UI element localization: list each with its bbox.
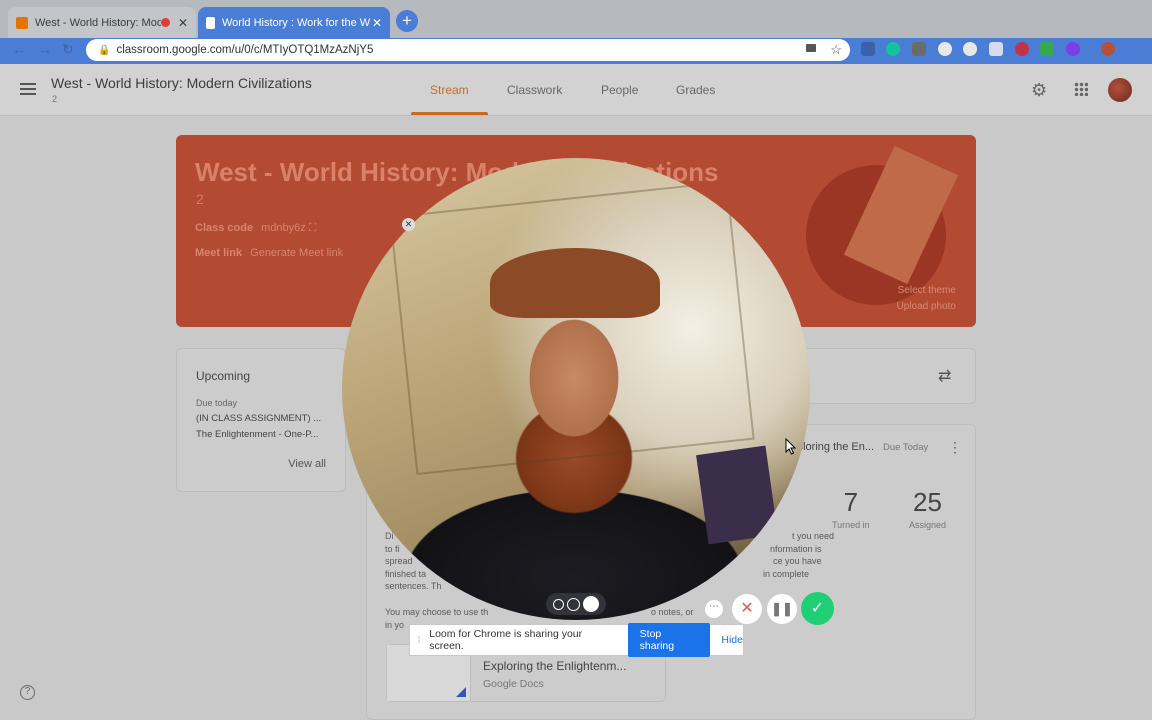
record-extension-icon[interactable] xyxy=(1015,42,1029,56)
avatar[interactable] xyxy=(1108,78,1132,102)
post-title[interactable]: ploring the En... xyxy=(797,441,874,453)
tab-title: World History : Work for the W xyxy=(222,16,371,29)
size-small-icon[interactable] xyxy=(553,598,564,610)
extension-icon[interactable] xyxy=(989,42,1003,56)
select-theme-link[interactable]: Select theme xyxy=(897,283,956,299)
class-section: 2 xyxy=(52,94,58,104)
meet-link: Meet link Generate Meet link xyxy=(195,247,343,259)
new-tab-button[interactable]: + xyxy=(396,10,418,32)
bookshelf xyxy=(696,445,778,545)
upcoming-item[interactable]: (IN CLASS ASSIGNMENT) ... xyxy=(196,413,321,424)
class-title: West - World History: Modern Civilizatio… xyxy=(51,75,312,91)
share-message: Loom for Chrome is sharing your screen. xyxy=(429,628,583,652)
attachment-type: Google Docs xyxy=(483,678,544,690)
cancel-recording-button[interactable]: ✕ xyxy=(732,594,762,624)
webcam-person xyxy=(490,248,660,318)
post-text-line: sentences. Th xyxy=(385,581,442,591)
size-medium-icon[interactable] xyxy=(567,597,580,611)
class-code-label: Class code xyxy=(195,222,254,234)
view-all-link[interactable]: View all xyxy=(288,458,326,470)
close-tab-icon[interactable]: ✕ xyxy=(372,16,382,30)
extension-icon[interactable] xyxy=(861,42,875,56)
more-options-icon[interactable]: ⋮ xyxy=(948,439,962,456)
hide-button[interactable]: Hide xyxy=(721,634,743,646)
post-due: Due Today xyxy=(883,442,929,453)
upcoming-heading: Upcoming xyxy=(196,369,251,383)
turned-in-label: Turned in xyxy=(832,520,870,530)
class-code: Class code mdnby6z ⛶ xyxy=(195,222,317,235)
browser-tab-docs[interactable]: World History : Work for the W ✕ xyxy=(198,7,390,38)
tab-title: West - World History: Mode xyxy=(35,16,161,29)
finish-recording-button[interactable]: ✓ xyxy=(801,592,834,625)
browser-tab-classroom[interactable]: West - World History: Mode ✕ xyxy=(8,7,196,38)
tab-grades[interactable]: Grades xyxy=(676,83,715,97)
turned-in-count: 7 xyxy=(843,487,859,517)
url-text: classroom.google.com/u/0/c/MTIyOTQ1MzAzN… xyxy=(116,44,374,56)
assigned-count: 25 xyxy=(913,487,942,517)
post-text-right: t you need nformation is ce you have in … xyxy=(758,530,834,580)
upcoming-card: Upcoming Due today (IN CLASS ASSIGNMENT)… xyxy=(176,348,346,492)
reload-icon[interactable]: ↻ xyxy=(62,41,74,58)
turned-in-stat[interactable]: 7 Turned in xyxy=(832,487,870,530)
post-text-line: in complete xyxy=(763,568,810,579)
expand-icon[interactable]: ⛶ xyxy=(309,222,317,234)
extension-icon[interactable] xyxy=(938,42,952,56)
drag-handle-icon[interactable]: ⦙ xyxy=(418,635,420,646)
upcoming-due: Due today xyxy=(196,398,238,408)
help-icon[interactable]: ? xyxy=(20,685,35,700)
class-code-value: mdnby6z xyxy=(261,222,306,234)
post-text-bottom-right: o notes, or xyxy=(651,607,694,617)
tab-stream[interactable]: Stream xyxy=(430,83,469,97)
recording-icon xyxy=(160,18,170,27)
close-tab-icon[interactable]: ✕ xyxy=(178,16,188,30)
gear-icon[interactable]: ⚙ xyxy=(1031,80,1047,101)
tab-classwork[interactable]: Classwork xyxy=(507,83,562,97)
forward-icon[interactable]: → xyxy=(38,41,52,57)
generate-meet-link[interactable]: Generate Meet link xyxy=(250,247,343,259)
classroom-header: West - World History: Modern Civilizatio… xyxy=(0,64,1152,116)
assigned-stat[interactable]: 25 Assigned xyxy=(909,487,946,530)
post-text-line: ce you have xyxy=(773,556,822,566)
upcoming-item[interactable]: The Enlightenment - One-P... xyxy=(196,429,318,440)
repost-icon[interactable]: ⇄ xyxy=(938,366,951,386)
active-tab-indicator xyxy=(411,112,488,115)
screen-share-bar: ⦙ Loom for Chrome is sharing your screen… xyxy=(409,623,744,657)
theme-controls: Select theme Upload photo xyxy=(897,283,957,315)
docs-favicon-icon xyxy=(206,16,215,29)
browser-tab-bar: West - World History: Mode ✕ World Histo… xyxy=(0,0,1152,38)
apps-grid-icon[interactable] xyxy=(1074,82,1088,96)
extension-icon[interactable] xyxy=(1040,42,1054,56)
menu-icon[interactable] xyxy=(20,83,36,95)
grammarly-icon[interactable] xyxy=(886,42,900,56)
post-text-line: nformation is xyxy=(770,543,822,554)
world-map-poster xyxy=(389,180,755,476)
attachment-title: Exploring the Enlightenm... xyxy=(483,659,627,673)
bubble-size-selector[interactable] xyxy=(546,593,606,615)
post-text-line: You may choose to use th xyxy=(385,607,489,617)
mouse-cursor-icon xyxy=(785,437,797,460)
camera-icon[interactable] xyxy=(806,44,816,52)
extension-d-icon[interactable] xyxy=(912,42,926,56)
more-icon[interactable]: ⋯ xyxy=(705,600,723,618)
pause-button[interactable]: ❚❚ xyxy=(767,594,797,624)
assigned-label: Assigned xyxy=(909,520,947,530)
tab-people[interactable]: People xyxy=(601,83,638,97)
stop-sharing-button[interactable]: Stop sharing xyxy=(627,623,711,657)
lock-icon: 🔒 xyxy=(98,44,111,56)
back-icon[interactable]: ← xyxy=(12,41,26,57)
loom-extension-icon[interactable] xyxy=(1066,42,1080,56)
meet-link-label: Meet link xyxy=(195,247,243,259)
upload-photo-link[interactable]: Upload photo xyxy=(897,299,957,315)
profile-avatar[interactable] xyxy=(1101,42,1115,56)
banner-section: 2 xyxy=(196,191,204,207)
bookmark-star-icon[interactable]: ☆ xyxy=(830,42,842,58)
extension-icon[interactable] xyxy=(963,42,977,56)
size-large-icon[interactable] xyxy=(583,596,599,612)
address-bar[interactable]: 🔒 classroom.google.com/u/0/c/MTIyOTQ1MzA… xyxy=(86,39,850,61)
close-icon[interactable]: ✕ xyxy=(402,218,415,231)
classroom-favicon-icon xyxy=(16,16,28,29)
